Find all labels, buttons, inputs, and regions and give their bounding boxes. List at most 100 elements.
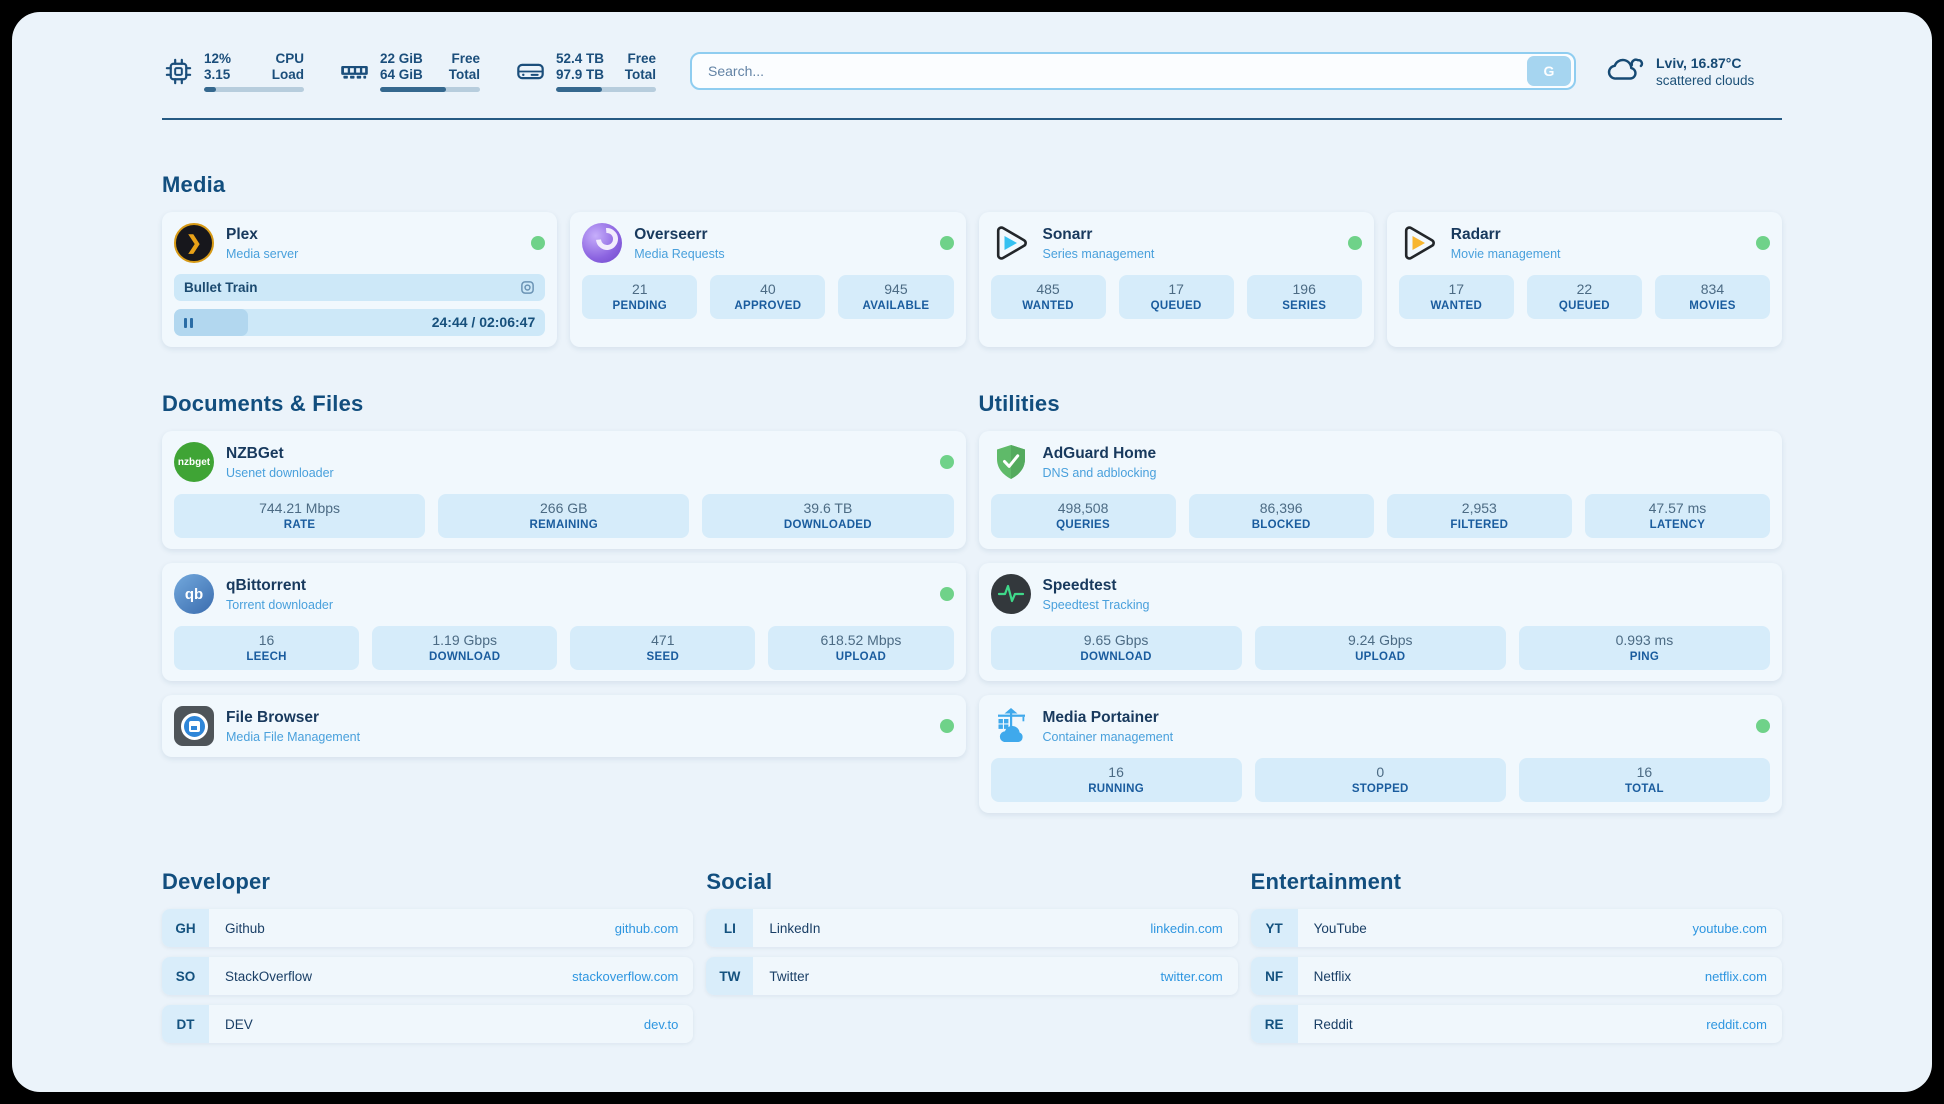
stat-label: DOWNLOAD [995,651,1238,663]
portainer-card[interactable]: Media Portainer Container management 16 … [979,695,1783,813]
status-dot [1756,236,1770,250]
stat-box: 1.19 Gbps DOWNLOAD [372,626,557,670]
link-youtube[interactable]: YT YouTube youtube.com [1251,909,1782,947]
stat-label: WANTED [995,300,1102,312]
link-url: github.com [615,921,679,936]
link-tag: GH [162,909,209,947]
social-section: Social LI LinkedIn linkedin.com TW Twitt… [706,869,1237,1043]
speedtest-card[interactable]: Speedtest Speedtest Tracking 9.65 Gbps D… [979,563,1783,681]
link-stackoverflow[interactable]: SO StackOverflow stackoverflow.com [162,957,693,995]
stat-box: 744.21 Mbps RATE [174,494,425,538]
stat-label: WANTED [1403,300,1510,312]
stat-value: 945 [842,281,949,297]
link-name: LinkedIn [769,921,820,936]
cpu-load-label: Load [272,67,304,83]
app-subtitle: Container management [1043,730,1174,744]
link-reddit[interactable]: RE Reddit reddit.com [1251,1005,1782,1043]
stat-label: QUEUED [1123,300,1230,312]
stat-value: 16 [1523,764,1766,780]
stat-label: QUEUED [1531,300,1638,312]
search-engine-button[interactable]: G [1527,56,1571,86]
stat-box: 86,396 BLOCKED [1189,494,1374,538]
cpu-stat: 12%CPU 3.15Load [162,51,304,92]
stat-label: PENDING [586,300,693,312]
ram-stat: 22 GiBFree 64 GiBTotal [338,51,480,92]
stat-label: DOWNLOAD [376,651,553,663]
overseerr-icon [582,223,622,263]
stat-value: 17 [1403,281,1510,297]
cpu-load: 3.15 [204,67,230,83]
media-section-heading: Media [162,172,1782,198]
link-dev[interactable]: DT DEV dev.to [162,1005,693,1043]
stat-label: SEED [574,651,751,663]
stat-label: RATE [178,519,421,531]
stat-box: 16 TOTAL [1519,758,1770,802]
gear-icon[interactable] [520,280,535,295]
link-tag: RE [1251,1005,1298,1043]
stat-box: 21 PENDING [582,275,697,319]
stat-value: 834 [1659,281,1766,297]
stat-value: 471 [574,632,751,648]
stat-box: 196 SERIES [1247,275,1362,319]
playback-progress-bar: 24:44 / 02:06:47 [174,309,545,336]
link-url: dev.to [644,1017,678,1032]
plex-card[interactable]: ❯ Plex Media server Bullet Train [162,212,557,347]
now-playing-bar: Bullet Train [174,274,545,301]
link-linkedin[interactable]: LI LinkedIn linkedin.com [706,909,1237,947]
entertainment-section: Entertainment YT YouTube youtube.com NF … [1251,869,1782,1043]
stat-box: 17 WANTED [1399,275,1514,319]
sonarr-card[interactable]: Sonarr Series management 485 WANTED 17 Q… [979,212,1374,347]
app-title: File Browser [226,709,360,727]
qbittorrent-card[interactable]: qb qBittorrent Torrent downloader 16 LEE… [162,563,966,681]
link-tag: TW [706,957,753,995]
cpu-progress-bar [204,87,304,92]
filebrowser-card[interactable]: File Browser Media File Management [162,695,966,757]
app-subtitle: Movie management [1451,247,1561,261]
app-title: NZBGet [226,445,334,463]
search-input[interactable] [692,63,1527,79]
stat-box: 16 RUNNING [991,758,1242,802]
app-title: Sonarr [1043,226,1155,244]
status-dot [940,455,954,469]
sonarr-icon [991,223,1031,263]
link-github[interactable]: GH Github github.com [162,909,693,947]
app-title: Speedtest [1043,577,1150,595]
developer-section: Developer GH Github github.com SO StackO… [162,869,693,1043]
stat-box: 39.6 TB DOWNLOADED [702,494,953,538]
app-title: Overseerr [634,226,724,244]
media-grid: ❯ Plex Media server Bullet Train [162,212,1782,347]
stat-box: 471 SEED [570,626,755,670]
stat-value: 2,953 [1391,500,1568,516]
link-url: netflix.com [1705,969,1767,984]
stat-label: LEECH [178,651,355,663]
stat-value: 16 [178,632,355,648]
status-dot [531,236,545,250]
stat-box: 47.57 ms LATENCY [1585,494,1770,538]
stat-box: 17 QUEUED [1119,275,1234,319]
link-url: stackoverflow.com [572,969,678,984]
link-name: DEV [225,1017,253,1032]
link-netflix[interactable]: NF Netflix netflix.com [1251,957,1782,995]
stat-box: 834 MOVIES [1655,275,1770,319]
nzbget-card[interactable]: nzbget NZBGet Usenet downloader 744.21 M… [162,431,966,549]
ram-icon [338,55,370,87]
app-subtitle: Series management [1043,247,1155,261]
adguard-card[interactable]: AdGuard Home DNS and adblocking 498,508 … [979,431,1783,549]
disk-progress-bar [556,87,656,92]
link-name: YouTube [1314,921,1367,936]
link-twitter[interactable]: TW Twitter twitter.com [706,957,1237,995]
stat-box: 0.993 ms PING [1519,626,1770,670]
dashboard-frame: 12%CPU 3.15Load [0,0,1944,1104]
stat-label: LATENCY [1589,519,1766,531]
stat-label: DOWNLOADED [706,519,949,531]
stat-box: 618.52 Mbps UPLOAD [768,626,953,670]
two-column-grid: nzbget NZBGet Usenet downloader 744.21 M… [162,431,1782,813]
app-subtitle: Usenet downloader [226,466,334,480]
overseerr-card[interactable]: Overseerr Media Requests 21 PENDING 40 A… [570,212,965,347]
search-bar: G [690,52,1576,90]
ram-total: 64 GiB [380,67,423,83]
app-subtitle: Speedtest Tracking [1043,598,1150,612]
disk-progress-fill [556,87,602,92]
radarr-card[interactable]: Radarr Movie management 17 WANTED 22 QUE… [1387,212,1782,347]
stat-box: 485 WANTED [991,275,1106,319]
